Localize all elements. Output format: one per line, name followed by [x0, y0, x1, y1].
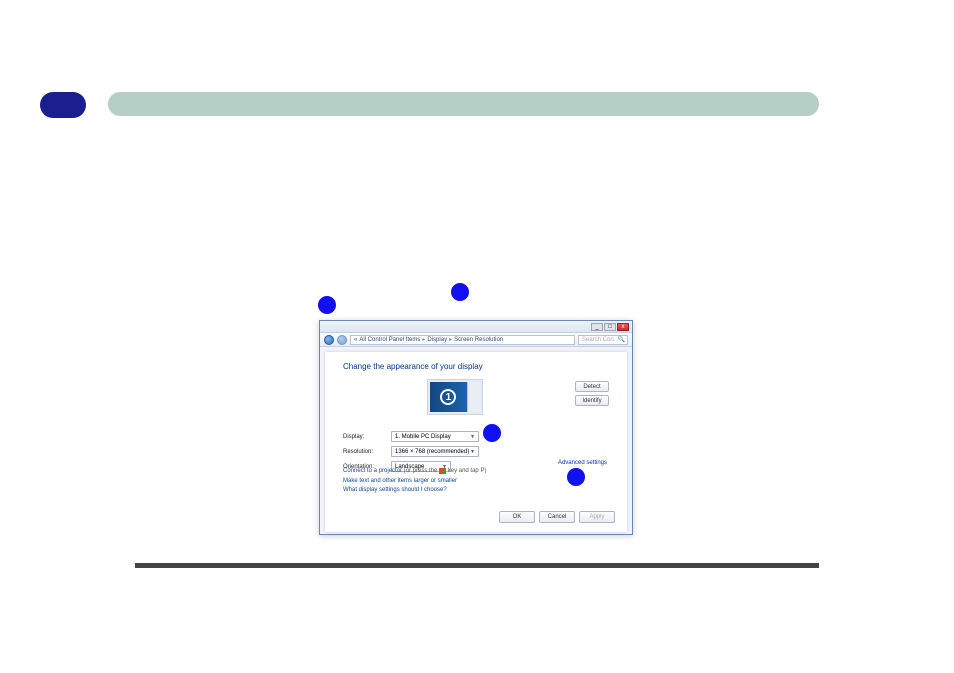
minimize-button[interactable]: _ [591, 323, 603, 331]
identify-button[interactable]: Identify [575, 395, 609, 406]
what-settings-link[interactable]: What display settings should I choose? [343, 487, 447, 493]
page-header-bar [108, 92, 819, 116]
projector-note-pre: (or press the [404, 468, 439, 474]
resolution-dropdown[interactable]: 1366 × 768 (recommended) ▼ [391, 446, 479, 457]
window-titlebar: _ □ x [320, 321, 632, 333]
breadcrumb-item[interactable]: Screen Resolution [454, 337, 503, 343]
display-preview-area: 1 Detect Identify [343, 379, 609, 421]
windows-key-icon [439, 468, 446, 474]
search-input[interactable]: Search Con... 🔍 [578, 335, 628, 345]
page-footer-divider [135, 563, 819, 568]
monitor-preview[interactable]: 1 [427, 379, 483, 415]
monitor-screen-1: 1 [430, 382, 467, 412]
search-icon: 🔍 [618, 336, 625, 343]
back-button[interactable] [324, 335, 334, 345]
page-number-badge [40, 92, 86, 118]
breadcrumb-prefix: « [354, 337, 357, 343]
display-value: 1. Mobile PC Display [395, 434, 451, 440]
close-button[interactable]: x [617, 323, 629, 331]
screen-resolution-window: _ □ x « All Control Panel Items ▸ Displa… [319, 320, 633, 535]
breadcrumb-item[interactable]: All Control Panel Items [359, 337, 420, 343]
ok-button[interactable]: OK [499, 511, 535, 523]
forward-button[interactable] [337, 335, 347, 345]
chevron-down-icon: ▼ [470, 449, 475, 455]
apply-button[interactable]: Apply [579, 511, 615, 523]
search-placeholder: Search Con... [582, 337, 619, 343]
monitor-side [467, 382, 480, 412]
maximize-button[interactable]: □ [604, 323, 616, 331]
explorer-navbar: « All Control Panel Items ▸ Display ▸ Sc… [320, 333, 632, 347]
page-title: Change the appearance of your display [343, 362, 609, 371]
help-links: Connect to a projector (or press the key… [343, 467, 486, 496]
resolution-value: 1366 × 768 (recommended) [395, 449, 469, 455]
detect-button[interactable]: Detect [575, 381, 609, 392]
callout-marker-2 [451, 283, 469, 301]
projector-note-post: key and tap P) [448, 468, 487, 474]
callout-marker-1 [318, 296, 336, 314]
cancel-button[interactable]: Cancel [539, 511, 575, 523]
breadcrumb[interactable]: « All Control Panel Items ▸ Display ▸ Sc… [350, 335, 575, 345]
breadcrumb-separator-icon: ▸ [449, 336, 452, 343]
resolution-label: Resolution: [343, 449, 391, 455]
breadcrumb-item[interactable]: Display [427, 337, 447, 343]
connect-projector-link[interactable]: Connect to a projector [343, 468, 402, 474]
chevron-down-icon: ▼ [470, 434, 475, 440]
callout-marker-3 [483, 424, 501, 442]
dialog-footer: OK Cancel Apply [499, 511, 615, 523]
text-size-link[interactable]: Make text and other items larger or smal… [343, 478, 457, 484]
advanced-settings-link[interactable]: Advanced settings [558, 460, 607, 466]
display-dropdown[interactable]: 1. Mobile PC Display ▼ [391, 431, 479, 442]
content-pane: Change the appearance of your display 1 … [325, 352, 627, 532]
callout-marker-4 [567, 468, 585, 486]
breadcrumb-separator-icon: ▸ [422, 336, 425, 343]
monitor-number: 1 [440, 389, 456, 405]
display-label: Display: [343, 434, 391, 440]
